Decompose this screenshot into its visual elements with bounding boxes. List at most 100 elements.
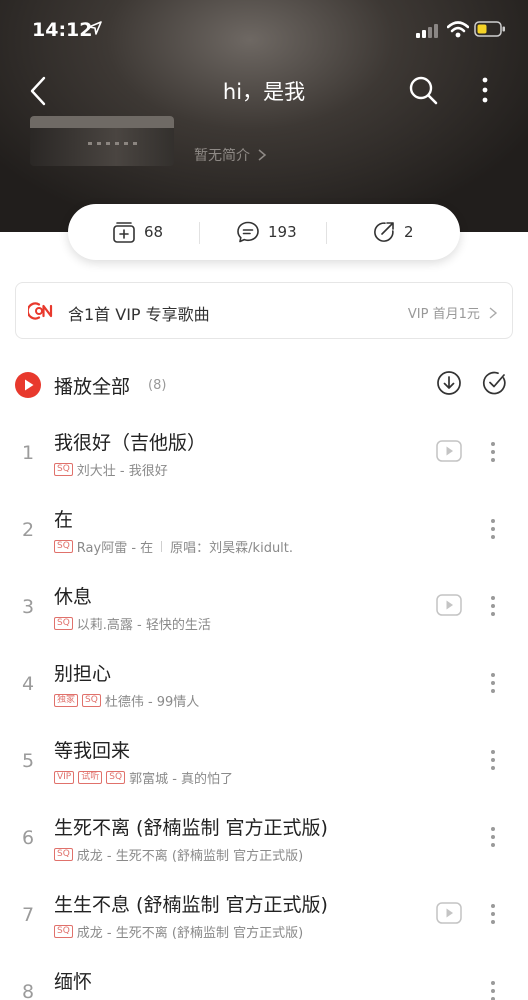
song-index: 7 (21, 904, 35, 926)
playlist-intro[interactable]: 暂无简介 (194, 145, 267, 165)
vip-promo-label: VIP 首月1元 (407, 307, 480, 322)
song-artist-album: 成龙 - 生死不离 (舒楠监制 官方正式版) (76, 849, 304, 864)
quality-badge: SQ (54, 925, 73, 938)
collect-button[interactable]: 68 (112, 204, 163, 260)
song-title: 缅怀 (54, 971, 93, 993)
share-button[interactable]: 2 (372, 204, 414, 260)
song-title: 休息 (54, 586, 93, 608)
song-list: 1 我很好（吉他版） SQ 刘大壮 - 我很好 2 在 SQ Ray阿雷 - 在原唱：刘昊霖/… (0, 414, 528, 1000)
stat-divider (326, 222, 327, 244)
song-subtitle-line: SQ Ray阿雷 - 在 原唱：刘昊霖/kidult. (54, 537, 293, 556)
chevron-right-icon (258, 149, 267, 161)
mv-play-icon[interactable] (436, 440, 462, 462)
quality-badge: SQ (54, 848, 73, 861)
stat-divider (199, 222, 200, 244)
search-button[interactable] (406, 72, 440, 108)
comment-button[interactable]: 193 (236, 204, 297, 260)
cellular-signal-icon (416, 24, 438, 38)
song-original-singer: 原唱：刘昊霖/kidult. (170, 541, 294, 556)
song-row[interactable]: 2 在 SQ Ray阿雷 - 在 原唱：刘昊霖/kidult. (0, 491, 528, 568)
vip-banner[interactable]: 含1首 VIP 专享歌曲 VIP 首月1元 (15, 282, 513, 339)
song-row[interactable]: 7 生生不息 (舒楠监制 官方正式版) SQ 成龙 - 生死不离 (舒楠监制 官方正式… (0, 876, 528, 953)
song-title: 等我回来 (54, 740, 131, 762)
playlist-stats-card: 68 193 2 (68, 204, 460, 260)
song-title: 在 (54, 509, 74, 531)
song-subtitle-line: SQ 成龙 - 生死不离 (舒楠监制 官方正式版) (54, 922, 303, 941)
mv-play-icon[interactable] (436, 902, 462, 924)
play-all-count: (8) (148, 378, 167, 393)
add-collection-icon (113, 222, 135, 243)
song-title: 生死不离 (舒楠监制 官方正式版) (54, 817, 328, 839)
song-index: 5 (21, 750, 35, 772)
vip-banner-text: 含1首 VIP 专享歌曲 (68, 305, 210, 324)
song-more-icon[interactable] (486, 440, 500, 464)
song-more-icon[interactable] (486, 517, 500, 541)
quality-badge: VIP (54, 771, 75, 784)
song-more-icon[interactable] (486, 748, 500, 772)
song-row[interactable]: 4 别担心独家 SQ 杜德伟 - 99情人 (0, 645, 528, 722)
comment-count: 193 (268, 223, 297, 241)
song-row[interactable]: 6 生死不离 (舒楠监制 官方正式版) SQ 成龙 - 生死不离 (舒楠监制 官方正式… (0, 799, 528, 876)
more-button[interactable] (474, 72, 496, 108)
location-arrow-icon (88, 21, 102, 35)
status-time: 14:12 (32, 19, 93, 41)
more-vertical-icon (482, 77, 488, 103)
song-artist-album: 刘大壮 - 我很好 (76, 464, 168, 479)
quality-badge: SQ (106, 771, 126, 784)
collect-count: 68 (144, 223, 164, 241)
song-row[interactable]: 5 等我回来 VIP 试听 SQ 郭富城 - 真的怕了 (0, 722, 528, 799)
song-title: 我很好（吉他版） (54, 432, 207, 454)
quality-badge: SQ (54, 540, 73, 553)
song-title: 生生不息 (舒楠监制 官方正式版) (54, 894, 328, 916)
search-icon (409, 76, 438, 105)
download-icon[interactable] (436, 370, 462, 396)
song-index: 4 (21, 673, 35, 695)
playlist-intro-label: 暂无简介 (194, 148, 250, 164)
song-index: 6 (21, 827, 35, 849)
song-more-icon[interactable] (486, 979, 500, 1000)
song-index: 3 (21, 596, 35, 618)
song-index: 1 (21, 442, 35, 464)
quality-badge: 试听 (78, 771, 103, 784)
song-more-icon[interactable] (486, 902, 500, 926)
song-subtitle-line: SQ 成龙 - 生死不离 (舒楠监制 官方正式版) (54, 845, 303, 864)
play-all-row: 播放全部 (8) (0, 364, 528, 404)
share-count: 2 (404, 223, 414, 241)
song-row[interactable]: 8 缅怀 (0, 953, 528, 1000)
play-circle-icon[interactable] (14, 371, 42, 399)
song-title: 别担心 (54, 663, 112, 685)
subtitle-divider (161, 541, 163, 552)
song-artist-album: 以莉.高露 - 轻快的生活 (76, 618, 211, 633)
share-icon (374, 222, 394, 242)
song-subtitle-line: SQ 以莉.高露 - 轻快的生活 (54, 614, 211, 633)
song-artist-album: 杜德伟 - 99情人 (104, 695, 200, 710)
song-more-icon[interactable] (486, 594, 500, 618)
quality-badge: 独家 (54, 694, 79, 707)
song-subtitle-line: VIP 试听 SQ 郭富城 - 真的怕了 (54, 768, 233, 787)
play-all-button[interactable]: 播放全部 (54, 372, 130, 399)
battery-icon (474, 21, 505, 37)
song-more-icon[interactable] (486, 671, 500, 695)
mv-play-icon[interactable] (436, 594, 462, 616)
playlist-header: 14:12 hi，是我 暂无简介 (0, 0, 528, 232)
check-circle-icon[interactable] (482, 370, 508, 396)
song-more-icon[interactable] (486, 825, 500, 849)
vip-logo-icon (28, 302, 53, 320)
song-artist-album: 成龙 - 生死不离 (舒楠监制 官方正式版) (76, 926, 304, 941)
playlist-cover[interactable] (30, 116, 174, 166)
status-bar: 14:12 (0, 0, 528, 60)
quality-badge: SQ (54, 617, 73, 630)
page-title: hi，是我 (222, 80, 306, 104)
chevron-right-icon (489, 307, 498, 319)
song-artist-album: Ray阿雷 - 在 (76, 541, 154, 556)
song-index: 2 (21, 519, 35, 541)
song-row[interactable]: 3 休息 SQ 以莉.高露 - 轻快的生活 (0, 568, 528, 645)
song-row[interactable]: 1 我很好（吉他版） SQ 刘大壮 - 我很好 (0, 414, 528, 491)
song-artist-album: 郭富城 - 真的怕了 (129, 772, 234, 787)
quality-badge: SQ (82, 694, 101, 707)
quality-badge: SQ (54, 463, 73, 476)
wifi-icon (447, 21, 469, 38)
vip-promo-link[interactable]: VIP 首月1元 (408, 303, 498, 322)
song-index: 8 (21, 981, 35, 1000)
nav-bar: hi，是我 (0, 66, 528, 114)
